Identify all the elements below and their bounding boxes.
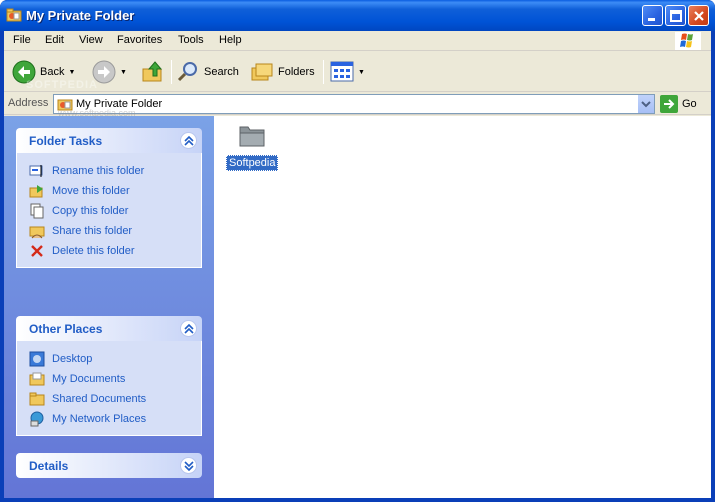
search-icon — [177, 62, 197, 82]
watermark-text: SOFTPEDIA — [26, 79, 98, 91]
shared-documents-icon — [29, 392, 45, 406]
task-move-folder[interactable]: Move this folder — [29, 181, 201, 201]
chevron-down-icon — [641, 101, 651, 108]
share-folder-icon — [29, 226, 45, 239]
details-panel: Details — [16, 453, 202, 478]
place-shared-documents[interactable]: Shared Documents — [29, 389, 201, 409]
task-label: Rename this folder — [52, 165, 145, 177]
folder-item-softpedia[interactable]: Softpedia — [226, 122, 279, 171]
menu-favorites[interactable]: Favorites — [117, 34, 162, 46]
desktop-icon — [29, 351, 45, 367]
chevron-up-double-icon — [184, 324, 194, 334]
task-label: Shared Documents — [52, 393, 147, 405]
folder-tasks-header[interactable]: Folder Tasks — [16, 128, 202, 153]
close-icon — [694, 11, 704, 21]
task-delete-folder[interactable]: Delete this folder — [29, 241, 201, 261]
task-label: Copy this folder — [52, 205, 129, 217]
menu-help[interactable]: Help — [219, 34, 242, 46]
go-arrow-icon — [660, 95, 678, 113]
title-bar[interactable]: My Private Folder — [0, 0, 715, 31]
window-client: File Edit View Favorites Tools Help Back… — [4, 31, 711, 498]
back-label: Back — [40, 66, 65, 78]
task-label: Move this folder — [52, 185, 130, 197]
folders-label: Folders — [278, 66, 315, 78]
maximize-icon — [670, 10, 682, 22]
minimize-icon — [648, 18, 655, 21]
place-my-network-places[interactable]: My Network Places — [29, 409, 201, 429]
window-border-right — [711, 31, 715, 502]
window-title: My Private Folder — [26, 8, 135, 23]
task-label: My Network Places — [52, 413, 147, 425]
details-title: Details — [29, 459, 69, 473]
chevron-down-double-icon — [184, 461, 194, 471]
up-folder-icon — [142, 61, 163, 82]
menu-bar: File Edit View Favorites Tools Help — [4, 31, 711, 51]
task-copy-folder[interactable]: Copy this folder — [29, 201, 201, 221]
task-label: My Documents — [52, 373, 126, 385]
task-label: Desktop — [52, 353, 93, 365]
my-documents-icon — [29, 372, 45, 386]
views-dropdown-icon[interactable]: ▼ — [358, 69, 365, 76]
standard-toolbar: Back ▼ ▼ Search Folders ▼ — [4, 52, 711, 92]
up-folder-button[interactable] — [141, 59, 165, 85]
folder-name: Softpedia — [226, 155, 279, 171]
address-dropdown-button[interactable] — [637, 95, 654, 113]
folder-tasks-panel: Folder Tasks Rename this folder Move thi — [16, 128, 202, 268]
task-rename-folder[interactable]: Rename this folder — [29, 161, 201, 181]
other-places-header[interactable]: Other Places — [16, 316, 202, 341]
views-button[interactable]: ▼ — [330, 59, 365, 85]
go-label: Go — [682, 98, 697, 110]
main-content: Folder Tasks Rename this folder Move thi — [4, 116, 711, 498]
menu-file[interactable]: File — [13, 34, 31, 46]
task-share-folder[interactable]: Share this folder — [29, 221, 201, 241]
folders-button[interactable]: Folders — [250, 59, 315, 85]
close-button[interactable] — [688, 5, 709, 26]
toolbar-separator — [171, 60, 172, 84]
menu-tools[interactable]: Tools — [178, 34, 204, 46]
search-button[interactable]: Search — [176, 59, 239, 85]
other-places-panel: Other Places Desktop My Documents Shared… — [16, 316, 202, 436]
folder-icon — [239, 126, 265, 147]
details-header[interactable]: Details — [16, 453, 202, 478]
expand-button[interactable] — [180, 457, 197, 474]
address-label: Address — [8, 97, 49, 109]
address-field[interactable]: My Private Folder — [53, 94, 655, 114]
private-folder-icon — [6, 8, 22, 22]
task-label: Delete this folder — [52, 245, 135, 257]
other-places-title: Other Places — [29, 322, 103, 336]
network-places-icon — [30, 411, 44, 427]
folders-icon — [251, 63, 273, 81]
collapse-button[interactable] — [180, 132, 197, 149]
windows-logo-icon — [675, 32, 701, 50]
folder-tasks-title: Folder Tasks — [29, 134, 103, 148]
minimize-button[interactable] — [642, 5, 663, 26]
folder-tasks-list: Rename this folder Move this folder Copy… — [16, 153, 202, 268]
file-list-view[interactable]: Softpedia — [214, 116, 711, 498]
forward-dropdown-icon[interactable]: ▼ — [120, 69, 127, 76]
window-border-bottom — [0, 498, 715, 502]
place-desktop[interactable]: Desktop — [29, 349, 201, 369]
task-label: Share this folder — [52, 225, 133, 237]
toolbar-separator — [323, 60, 324, 84]
menu-edit[interactable]: Edit — [45, 34, 64, 46]
explorer-window: My Private Folder File Edit View Favorit… — [0, 0, 715, 502]
views-icon — [330, 61, 354, 82]
back-dropdown-icon[interactable]: ▼ — [68, 69, 75, 76]
move-folder-icon — [29, 185, 43, 198]
copy-icon — [30, 203, 44, 219]
other-places-list: Desktop My Documents Shared Documents My… — [16, 341, 202, 436]
place-my-documents[interactable]: My Documents — [29, 369, 201, 389]
watermark-url: www.softpedia.com — [58, 108, 136, 118]
go-button[interactable]: Go — [660, 95, 697, 113]
chevron-up-double-icon — [184, 136, 194, 146]
task-pane: Folder Tasks Rename this folder Move thi — [4, 116, 214, 498]
search-label: Search — [204, 66, 239, 78]
collapse-button[interactable] — [180, 320, 197, 337]
rename-icon — [29, 165, 43, 177]
delete-icon — [31, 245, 43, 257]
menu-view[interactable]: View — [79, 34, 103, 46]
maximize-button[interactable] — [665, 5, 686, 26]
